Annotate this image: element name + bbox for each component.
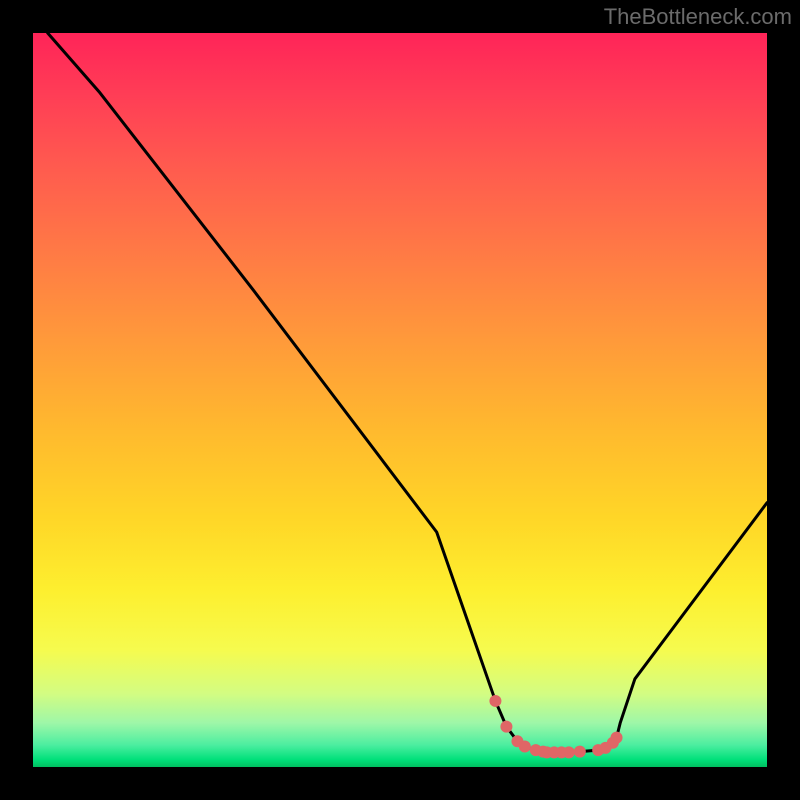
watermark-text: TheBottleneck.com [604, 4, 792, 30]
bottleneck-curve [48, 33, 767, 752]
plot-area [33, 33, 767, 767]
marker-point [500, 721, 512, 733]
curve-svg [33, 33, 767, 767]
marker-point [489, 695, 501, 707]
marker-point [519, 740, 531, 752]
chart-frame: TheBottleneck.com [0, 0, 800, 800]
marker-point [611, 732, 623, 744]
highlight-markers [489, 695, 622, 758]
marker-point [574, 746, 586, 758]
marker-point [563, 746, 575, 758]
